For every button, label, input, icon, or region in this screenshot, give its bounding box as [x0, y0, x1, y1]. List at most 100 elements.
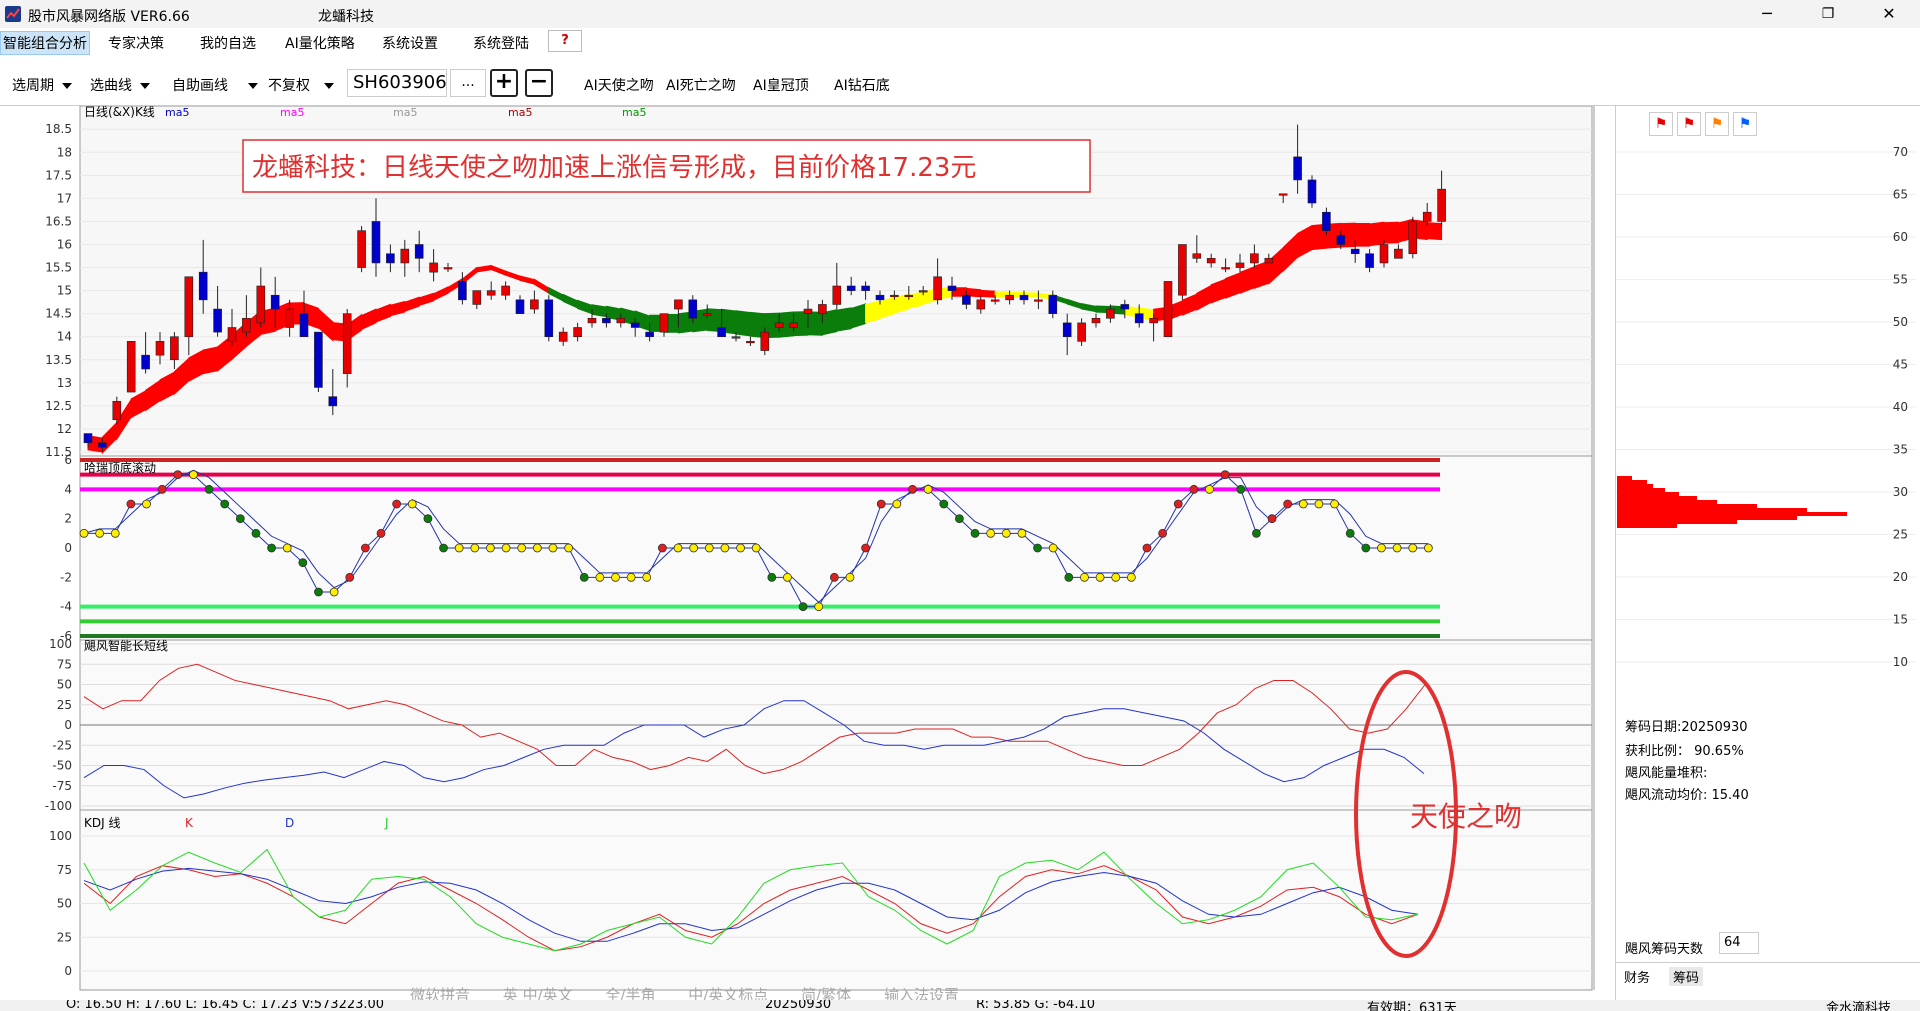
y-tick-label: 16 [57, 238, 72, 252]
y-tick-label: 18.5 [45, 122, 72, 136]
draw-dropdown[interactable]: 自助画线 [172, 75, 258, 95]
close-button[interactable]: ✕ [1866, 0, 1912, 28]
menu-system-login[interactable]: 系统登陆 [471, 33, 531, 53]
chip-bar [1617, 500, 1717, 504]
candle-body [1365, 253, 1374, 268]
candle-body [1091, 317, 1101, 324]
candle-body [1350, 248, 1360, 255]
y-tick-label: 75 [57, 863, 72, 877]
osc-dot [1064, 572, 1074, 582]
chip-bar [1617, 508, 1807, 512]
osc-dot [329, 587, 339, 597]
chip-y-tick: 25 [1893, 528, 1908, 542]
candle-body [1019, 294, 1029, 301]
ma-ribbon-segment [735, 310, 751, 337]
osc-dot [1173, 499, 1183, 509]
tab-finance[interactable]: 财务 [1624, 967, 1650, 986]
ai-angel-kiss-button[interactable]: AI天使之吻 [584, 75, 654, 95]
osc-dot [1361, 543, 1371, 553]
zoom-in-button[interactable]: + [490, 69, 518, 97]
candle-body [616, 317, 626, 324]
period-dropdown[interactable]: 选周期 [12, 75, 72, 95]
chevron-down-icon [140, 83, 150, 89]
status-date: 20250930 [765, 1000, 832, 1011]
status-company: 金水滴科技 [1826, 1001, 1892, 1011]
osc-dot [1377, 543, 1386, 553]
candle-body [1077, 322, 1086, 342]
osc-dot [923, 484, 933, 494]
candle-body [328, 396, 338, 407]
candle-body [357, 230, 366, 268]
menu-my-watchlist[interactable]: 我的自选 [198, 33, 258, 53]
osc-dot [423, 514, 433, 524]
ai-death-kiss-button[interactable]: AI死亡之吻 [666, 75, 736, 95]
menu-bar: 智能组合分析 专家决策 我的自选 AI量化策略 系统设置 系统登陆 [0, 28, 1920, 56]
chip-bar [1617, 488, 1665, 492]
y-tick-label: 100 [49, 829, 72, 843]
candle-body [558, 331, 568, 342]
candle-body [731, 336, 741, 339]
osc-dot [454, 543, 464, 553]
chip-bar [1617, 524, 1677, 528]
minimize-button[interactable]: ─ [1744, 0, 1790, 28]
energy-accumulation: 飓风能量堆积: [1625, 766, 1708, 781]
headline-text: 龙蟠科技：日线天使之吻加速上涨信号形成，目前价格17.23元 [252, 153, 976, 183]
osc-dot [626, 572, 636, 582]
osc-dot [736, 543, 745, 553]
chip-y-tick: 55 [1893, 273, 1908, 287]
osc-dot [564, 543, 573, 553]
osc-dot [751, 543, 761, 553]
status-ohlc: O: 16.50 H: 17.60 L: 16.45 C: 17.23 V:57… [66, 1000, 385, 1011]
app-icon [5, 6, 21, 22]
chip-bar [1617, 484, 1653, 488]
candle-body [1221, 267, 1230, 270]
candle-body [1422, 211, 1432, 222]
candle-body [832, 285, 842, 305]
ai-diamond-bottom-button[interactable]: AI钻石底 [834, 75, 890, 95]
osc-dot [861, 543, 871, 553]
candle-body [789, 322, 798, 328]
osc-dot [798, 602, 808, 612]
period-label: 选周期 [12, 78, 54, 94]
menu-system-settings[interactable]: 系统设置 [380, 33, 440, 53]
y-tick-label: 13.5 [45, 353, 72, 367]
ma-ribbon-segment [591, 304, 607, 318]
candle-body [861, 285, 870, 291]
ai-crown-top-button[interactable]: AI皇冠顶 [753, 75, 809, 95]
osc-dot [345, 572, 355, 582]
help-button[interactable]: ? [548, 30, 582, 52]
more-button[interactable]: ... [450, 69, 486, 97]
candle-body [962, 294, 971, 305]
indicator-dropdown[interactable]: 选曲线 [90, 75, 150, 95]
candle-body [1206, 258, 1216, 264]
osc-dot [470, 543, 480, 553]
candle-body [414, 244, 424, 259]
chart-area[interactable]: 18.5 18 17.5 17 16.5 16 15.5 15 14.5 14 13.5 13 12.5… [0, 105, 1615, 1000]
menu-smart-analysis[interactable]: 智能组合分析 [0, 31, 90, 55]
y-tick-label: 16.5 [45, 214, 72, 228]
candle-body [98, 442, 107, 448]
menu-ai-strategy[interactable]: AI量化策略 [283, 33, 357, 53]
candle-body [155, 341, 165, 356]
adjust-dropdown[interactable]: 不复权 [268, 75, 334, 95]
menu-expert-decision[interactable]: 专家决策 [106, 33, 166, 53]
stock-code-input[interactable]: SH603906 [347, 69, 447, 97]
y-tick-label: 14 [57, 330, 72, 344]
osc-dot [1408, 543, 1418, 553]
zoom-out-button[interactable]: − [525, 69, 553, 97]
tab-chips[interactable]: 筹码 [1669, 967, 1704, 986]
osc-dot [407, 499, 417, 509]
osc-dot [314, 587, 323, 597]
y-tick-label: 12.5 [45, 399, 72, 413]
osc-dot [173, 470, 183, 480]
candle-body [270, 294, 280, 310]
candle-body [1178, 244, 1187, 296]
candle-body [544, 299, 554, 338]
chip-days-stepper[interactable]: 64 [1719, 932, 1759, 954]
candle-body [1379, 244, 1389, 264]
candle-body [1062, 322, 1072, 338]
candle-body [198, 271, 208, 301]
chip-y-tick: 40 [1893, 400, 1908, 414]
maximize-button[interactable]: ❐ [1805, 0, 1851, 28]
candle-body [688, 299, 698, 319]
